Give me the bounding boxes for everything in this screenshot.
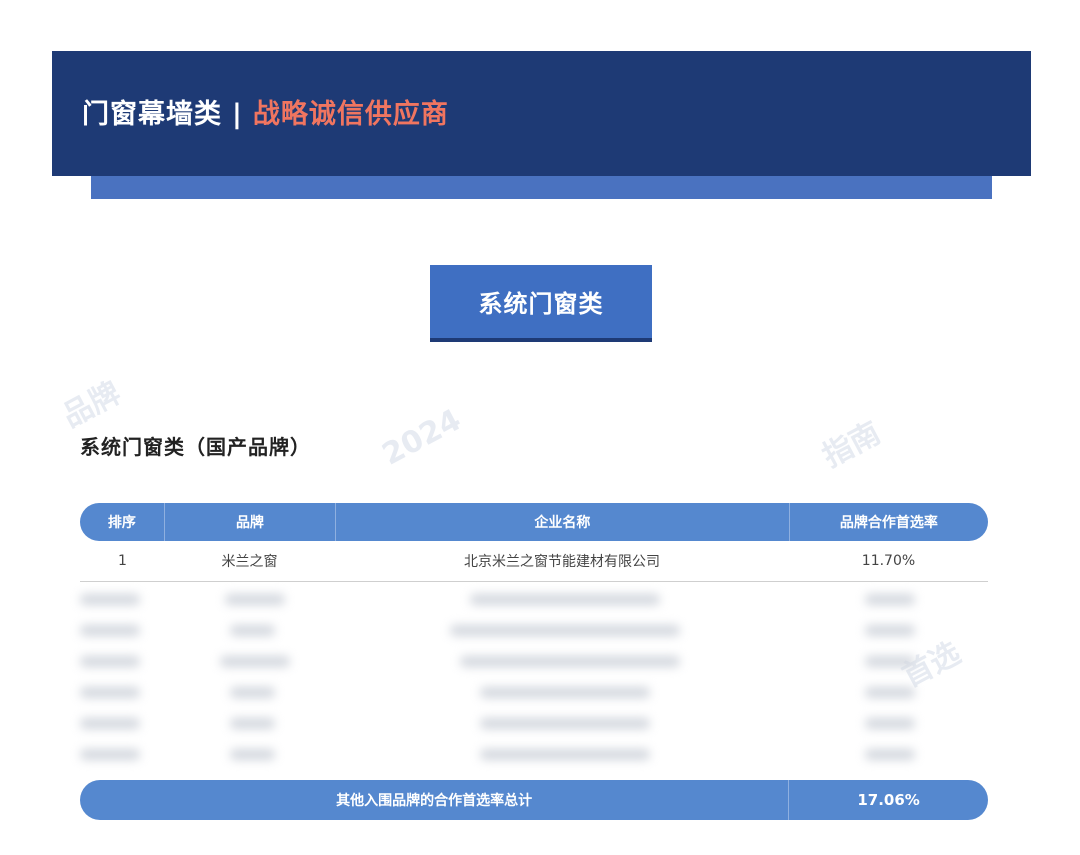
summary-label: 其他入围品牌的合作首选率总计 — [80, 780, 790, 820]
rank-cell: 1 — [118, 553, 127, 569]
blurred-row — [80, 646, 988, 677]
category-button[interactable]: 系统门窗类 — [430, 265, 652, 342]
summary-value: 17.06% — [857, 791, 920, 809]
column-header-rate: 品牌合作首选率 — [839, 515, 938, 531]
column-header-company: 企业名称 — [336, 503, 790, 541]
blurred-rows — [80, 584, 988, 770]
blurred-row — [80, 584, 988, 615]
watermark: 2024 — [376, 402, 467, 473]
page-title: 门窗幕墙类 | 战略诚信供应商 — [82, 96, 449, 134]
blurred-row — [80, 708, 988, 739]
column-header-brand: 品牌 — [165, 503, 337, 541]
header-underline-bar — [91, 176, 992, 199]
blurred-row — [80, 739, 988, 770]
watermark: 指南 — [816, 415, 887, 475]
summary-row: 其他入围品牌的合作首选率总计 17.06% — [80, 780, 988, 820]
section-title: 系统门窗类（国产品牌） — [80, 435, 311, 459]
blurred-row — [80, 615, 988, 646]
brand-cell: 米兰之窗 — [221, 554, 278, 570]
table-row: 1 米兰之窗 北京米兰之窗节能建材有限公司 11.70% — [80, 541, 988, 582]
category-subtitle: 战略诚信供应商 — [252, 99, 449, 130]
table-header: 排序 品牌 企业名称 品牌合作首选率 — [80, 503, 988, 541]
blurred-row — [80, 677, 988, 708]
title-separator: | — [232, 99, 243, 130]
category-title: 门窗幕墙类 — [82, 99, 222, 130]
column-header-rank: 排序 — [80, 503, 165, 541]
rate-cell: 11.70% — [861, 553, 916, 569]
watermark: 品牌 — [56, 375, 127, 435]
company-cell: 北京米兰之窗节能建材有限公司 — [464, 554, 660, 570]
